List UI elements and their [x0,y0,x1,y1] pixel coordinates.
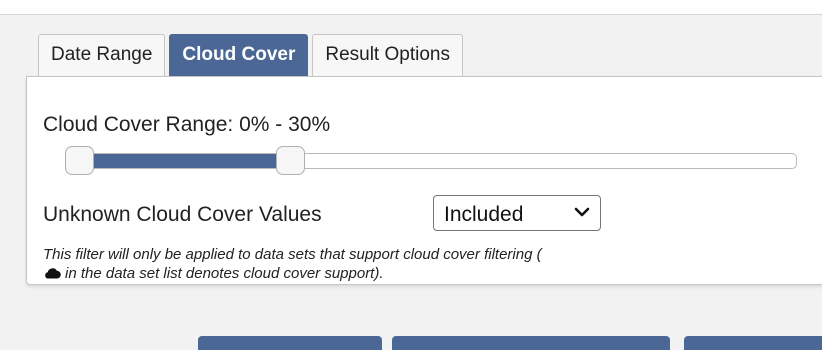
tab-cloud-cover[interactable]: Cloud Cover [169,34,309,76]
cloud-filter-note-text: in the data set list denotes cloud cover… [65,265,384,282]
filter-tabs: Date Range Cloud Cover Result Options [38,34,467,76]
cloud-cover-panel: Cloud Cover Range: 0% - 30% Unknown Clou… [26,76,822,285]
slider-handle-min[interactable] [65,146,94,175]
bottom-action-button-2[interactable] [392,336,670,350]
tab-result-options[interactable]: Result Options [312,34,463,76]
unknown-cloud-cover-label: Unknown Cloud Cover Values [43,203,322,226]
slider-handle-max[interactable] [275,146,305,175]
tab-date-range[interactable]: Date Range [38,34,166,76]
unknown-cloud-cover-select[interactable]: Included [433,195,601,231]
bottom-action-button-1[interactable] [198,336,382,350]
cloud-filter-note-line-2: in the data set list denotes cloud cover… [43,264,384,283]
cloud-filter-note-line-1: This filter will only be applied to data… [43,246,542,263]
unknown-cloud-cover-select-value: Included [444,203,524,226]
cloud-cover-slider-fill [79,154,291,168]
cloud-icon [45,268,61,279]
cloud-cover-filter-page: Date Range Cloud Cover Result Options Cl… [0,0,822,350]
chevron-down-icon [574,207,590,217]
bottom-action-button-3[interactable] [684,336,822,350]
top-panel [0,0,822,15]
cloud-cover-range-label: Cloud Cover Range: 0% - 30% [43,113,331,136]
